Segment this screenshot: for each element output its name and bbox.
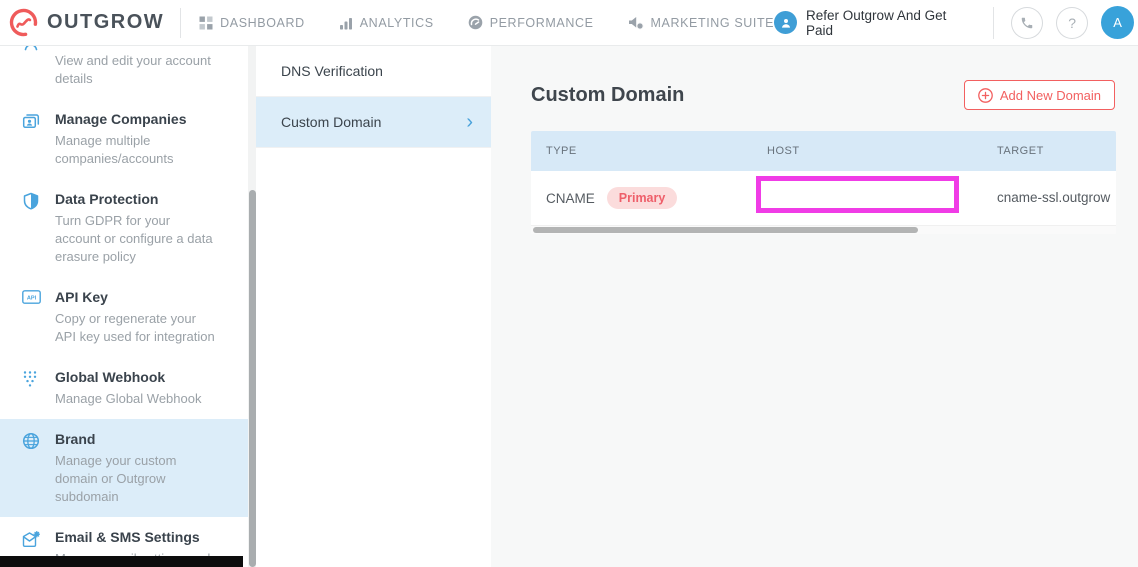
table-header-row: TYPE HOST TARGET [531,131,1116,171]
add-new-domain-label: Add New Domain [1000,88,1101,103]
host-redaction-box [756,176,959,213]
nav-item-label: DASHBOARD [220,16,305,30]
nav-item-performance[interactable]: PERFORMANCE [468,15,594,30]
page-title: Custom Domain [531,84,684,107]
navbar-divider [180,8,181,38]
dashboard-grid-icon [199,16,213,30]
sidebar-item-title: Global Webhook [55,368,218,386]
api-icon: API [22,290,41,304]
nav-item-label: PERFORMANCE [490,16,594,30]
table-scrollbar-thumb[interactable] [533,227,918,233]
link-preview-bar [0,556,243,567]
domains-table: TYPE HOST TARGET CNAME Primary cname-ssl… [531,131,1116,234]
sidebar-item-global-webhook[interactable]: Global Webhook Manage Global Webhook [0,357,248,419]
primary-badge: Primary [607,187,678,209]
app-body: View and edit your account details Manag… [0,46,1138,567]
nav-item-marketing-suite[interactable]: MARKETING SUITE [628,15,775,30]
sidebar-item-title: API Key [55,288,218,306]
performance-gauge-icon [468,15,483,30]
main-header: Custom Domain Add New Domain [531,80,1115,110]
target-value: cname-ssl.outgrow [997,190,1110,205]
webhook-dots-icon [22,370,38,388]
refer-person-icon [774,11,797,34]
phone-icon [1020,16,1034,30]
nav-item-label: MARKETING SUITE [651,16,775,30]
sidebar-item-desc: Manage multiple companies/accounts [55,132,218,168]
sidebar-item-desc: View and edit your account details [55,52,218,88]
subnav-item-custom-domain[interactable]: Custom Domain › [256,97,491,148]
globe-icon [22,432,40,450]
avatar-initial: A [1113,15,1122,30]
sidebar-item-desc: Manage your custom domain or Outgrow sub… [55,452,218,506]
refer-link[interactable]: Refer Outgrow And Get Paid [774,8,976,38]
sidebar-scrollbar-thumb[interactable] [249,190,256,567]
table-scrollbar-track[interactable] [531,226,1116,234]
primary-nav: DASHBOARD ANALYTICS PERFORMANCE [199,15,774,30]
sidebar-item-account[interactable]: View and edit your account details [0,46,248,99]
record-type: CNAME [546,191,595,206]
sidebar-scrollbar-track[interactable] [248,46,256,567]
shield-icon [22,192,40,210]
user-icon [22,46,40,52]
subnav-item-label: Custom Domain [281,114,381,130]
nav-item-label: ANALYTICS [360,16,434,30]
avatar[interactable]: A [1101,6,1134,39]
sidebar-item-api-key[interactable]: API API Key Copy or regenerate your API … [0,277,248,357]
sidebar-item-brand[interactable]: Brand Manage your custom domain or Outgr… [0,419,248,517]
subnav-item-dns-verification[interactable]: DNS Verification [256,46,491,97]
refer-label: Refer Outgrow And Get Paid [806,8,976,38]
megaphone-gear-icon [628,15,644,30]
navbar-right: Refer Outgrow And Get Paid ? A [774,6,1134,39]
analytics-bars-icon [339,16,353,30]
sidebar-item-data-protection[interactable]: Data Protection Turn GDPR for your accou… [0,179,248,277]
add-new-domain-button[interactable]: Add New Domain [964,80,1115,110]
sidebar-item-desc: Manage Global Webhook [55,390,218,408]
outgrow-logo-icon [8,7,39,38]
outgrow-logo[interactable]: OUTGROW [8,7,164,38]
brand-wordmark: OUTGROW [47,11,164,34]
sidebar-item-title: Data Protection [55,190,218,208]
email-settings-icon [22,530,41,548]
sidebar-item-title: Brand [55,430,218,448]
plus-circle-icon [978,88,993,103]
column-header-target: TARGET [997,145,1116,157]
target-cell: cname-ssl.outgrow [997,189,1116,207]
sidebar-item-desc: Copy or regenerate your API key used for… [55,310,218,346]
main-content: Custom Domain Add New Domain TYPE HOST T… [491,46,1138,567]
brand-subnav: DNS Verification Custom Domain › [256,46,491,567]
api-icon-label: API [27,296,37,302]
phone-button[interactable] [1011,7,1043,39]
top-navbar: OUTGROW DASHBOARD ANALYTICS [0,0,1138,46]
type-cell: CNAME Primary [531,187,767,209]
sidebar-item-title: Manage Companies [55,110,218,128]
app-window: OUTGROW DASHBOARD ANALYTICS [0,0,1138,567]
question-icon: ? [1068,15,1076,31]
settings-sidebar: View and edit your account details Manag… [0,46,248,567]
column-header-type: TYPE [531,145,767,157]
navbar-divider [993,7,994,39]
column-header-host: HOST [767,145,997,157]
subnav-item-label: DNS Verification [281,63,383,79]
chevron-right-icon: › [466,112,473,132]
sidebar-item-desc: Turn GDPR for your account or configure … [55,212,218,266]
companies-icon [22,112,40,130]
nav-item-dashboard[interactable]: DASHBOARD [199,16,305,30]
help-button[interactable]: ? [1056,7,1088,39]
sidebar-item-title: Email & SMS Settings [55,528,218,546]
sidebar-item-manage-companies[interactable]: Manage Companies Manage multiple compani… [0,99,248,179]
nav-item-analytics[interactable]: ANALYTICS [339,16,434,30]
